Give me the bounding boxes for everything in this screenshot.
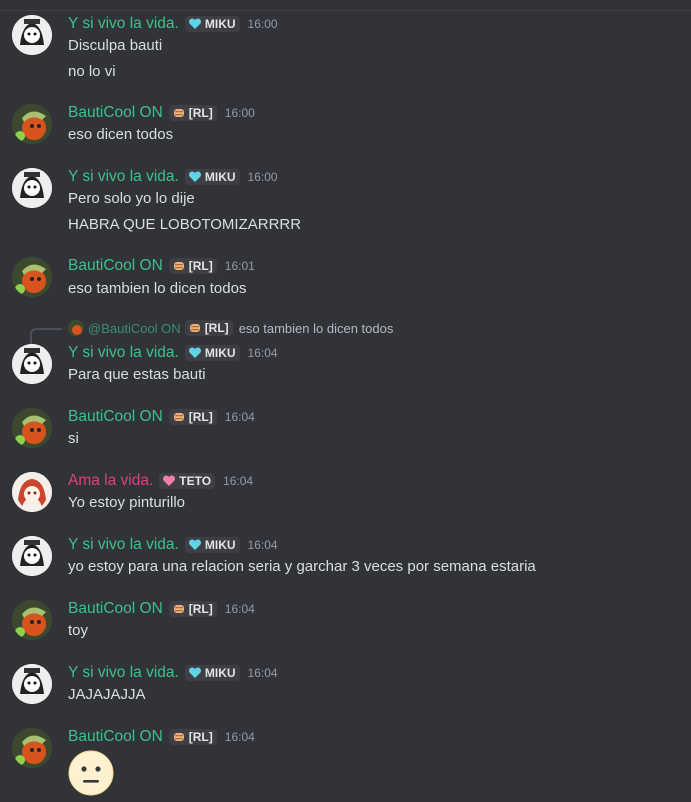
message-text: no lo vi xyxy=(68,63,116,80)
username[interactable]: BautiCool ON xyxy=(68,408,163,426)
avatar[interactable] xyxy=(12,257,52,297)
message-text: Pero solo yo lo dije xyxy=(68,190,195,207)
hand-icon xyxy=(172,731,186,743)
timestamp: 16:04 xyxy=(247,538,278,552)
message-text: JAJAJAJJA xyxy=(68,686,146,703)
role-tag[interactable]: [RL] xyxy=(168,729,217,745)
avatar[interactable] xyxy=(12,728,52,768)
timestamp: 16:00 xyxy=(224,106,255,120)
role-tag[interactable]: MIKU xyxy=(184,537,240,553)
message-text: Para que estas bauti xyxy=(68,366,206,383)
avatar[interactable] xyxy=(12,664,52,704)
reply-spine xyxy=(30,328,62,344)
username[interactable]: BautiCool ON xyxy=(68,104,163,122)
role-tag[interactable]: TETO xyxy=(159,473,216,489)
role-tag[interactable]: MIKU xyxy=(184,169,240,185)
role-tag[interactable]: [RL] xyxy=(168,258,217,274)
divider xyxy=(0,10,691,11)
heart-icon xyxy=(188,171,202,183)
timestamp: 16:01 xyxy=(224,259,255,273)
message-text: yo estoy para una relacion seria y garch… xyxy=(68,558,536,575)
role-tag[interactable]: MIKU xyxy=(184,16,240,32)
username[interactable]: Ama la vida. xyxy=(68,472,153,490)
timestamp: 16:04 xyxy=(223,474,254,488)
timestamp: 16:04 xyxy=(247,666,278,680)
message-text: Disculpa bauti xyxy=(68,37,163,54)
reply-username[interactable]: @BautiCool ON xyxy=(88,321,181,336)
heart-icon xyxy=(188,18,202,30)
hand-icon xyxy=(172,411,186,423)
role-tag[interactable]: [RL] xyxy=(168,409,217,425)
message-text: si xyxy=(68,430,79,447)
avatar[interactable] xyxy=(12,408,52,448)
avatar[interactable] xyxy=(12,344,52,384)
role-tag[interactable]: MIKU xyxy=(184,665,240,681)
role-tag[interactable]: [RL] xyxy=(168,601,217,617)
username[interactable]: Y si vivo la vida. xyxy=(68,344,179,362)
reply-preview[interactable]: @BautiCool ON [RL] eso tambien lo dicen … xyxy=(30,318,394,344)
message-text: toy xyxy=(68,622,89,639)
reply-text[interactable]: eso tambien lo dicen todos xyxy=(239,321,394,336)
hand-icon xyxy=(172,603,186,615)
timestamp: 16:04 xyxy=(224,730,255,744)
hand-icon xyxy=(172,107,186,119)
heart-icon xyxy=(188,347,202,359)
avatar[interactable] xyxy=(12,104,52,144)
reply-avatar xyxy=(68,320,84,336)
username[interactable]: BautiCool ON xyxy=(68,257,163,275)
avatar[interactable] xyxy=(12,536,52,576)
heart-icon xyxy=(188,667,202,679)
message-text: Yo estoy pinturillo xyxy=(68,494,186,511)
avatar[interactable] xyxy=(12,15,52,55)
username[interactable]: Y si vivo la vida. xyxy=(68,664,179,682)
timestamp: 16:04 xyxy=(224,410,255,424)
username[interactable]: BautiCool ON xyxy=(68,728,163,746)
heart-icon xyxy=(162,475,176,487)
timestamp: 16:04 xyxy=(224,602,255,616)
username[interactable]: Y si vivo la vida. xyxy=(68,536,179,554)
avatar[interactable] xyxy=(12,600,52,640)
avatar[interactable] xyxy=(12,168,52,208)
role-tag[interactable]: MIKU xyxy=(184,345,240,361)
neutral-face-emoji[interactable] xyxy=(68,750,114,796)
message-text: eso dicen todos xyxy=(68,126,174,143)
timestamp: 16:00 xyxy=(247,17,278,31)
hand-icon xyxy=(172,260,186,272)
role-tag: [RL] xyxy=(184,320,233,336)
hand-icon xyxy=(188,322,202,334)
role-tag[interactable]: [RL] xyxy=(168,105,217,121)
username[interactable]: Y si vivo la vida. xyxy=(68,15,179,33)
timestamp: 16:00 xyxy=(247,170,278,184)
username[interactable]: Y si vivo la vida. xyxy=(68,168,179,186)
message-text: HABRA QUE LOBOTOMIZARRRR xyxy=(68,216,302,233)
username[interactable]: BautiCool ON xyxy=(68,600,163,618)
avatar[interactable] xyxy=(12,472,52,512)
heart-icon xyxy=(188,539,202,551)
message-text: eso tambien lo dicen todos xyxy=(68,280,247,297)
timestamp: 16:04 xyxy=(247,346,278,360)
